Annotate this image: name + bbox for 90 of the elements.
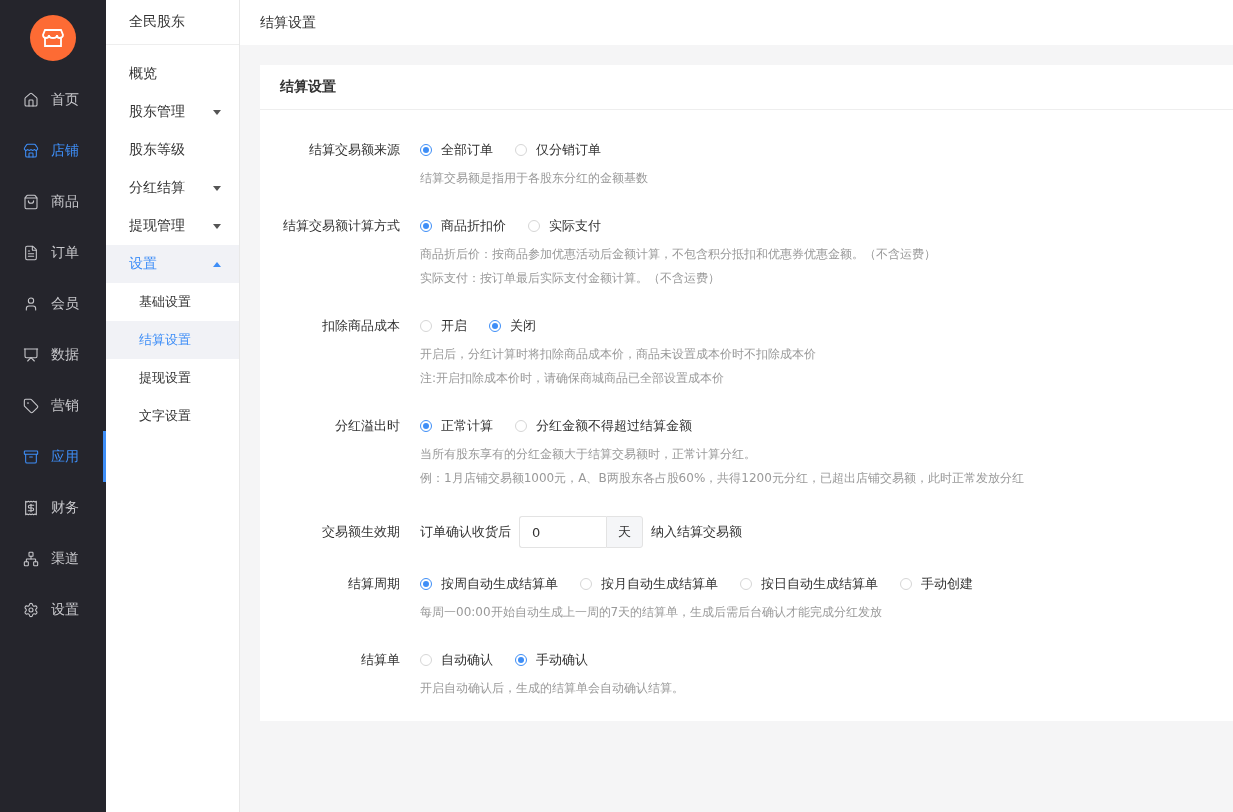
radio-button[interactable]: [489, 320, 501, 332]
radio-button[interactable]: [420, 420, 432, 432]
option-label: 商品折扣价: [441, 217, 506, 235]
hint-text: 注:开启扣除成本价时，请确保商城商品已全部设置成本价: [420, 370, 726, 387]
radio-button[interactable]: [420, 578, 432, 590]
days-input[interactable]: 0: [519, 516, 606, 548]
radio-option[interactable]: 正常计算: [420, 417, 493, 435]
sidebar-item[interactable]: 提现管理: [106, 207, 239, 245]
radio-button[interactable]: [515, 654, 527, 666]
option-label: 按月自动生成结算单: [601, 575, 718, 593]
form-label: 结算周期: [347, 575, 400, 593]
nav-item[interactable]: 财务: [0, 482, 106, 533]
logo-icon: [30, 15, 76, 61]
sidebar-title: 全民股东: [106, 0, 239, 45]
nav-item[interactable]: 商品: [0, 176, 106, 227]
radio-option[interactable]: 全部订单: [420, 141, 493, 159]
hint-text: 开启后，分红计算时将扣除商品成本价，商品未设置成本价时不扣除成本价: [420, 346, 816, 363]
option-label: 手动确认: [536, 651, 588, 669]
option-label: 自动确认: [441, 651, 493, 669]
page-header: 结算设置: [240, 0, 1233, 45]
sidebar-item[interactable]: 文字设置: [106, 397, 239, 435]
form-label: 扣除商品成本: [321, 317, 400, 335]
caret-icon: [213, 261, 221, 267]
hint-text: 当所有股东享有的分红金额大于结算交易额时，正常计算分红。: [420, 446, 757, 463]
nav-item[interactable]: 订单: [0, 227, 106, 278]
nav-item[interactable]: 店铺: [0, 125, 106, 176]
option-label: 手动创建: [921, 575, 973, 593]
tag-icon: [23, 397, 39, 414]
radio-button[interactable]: [420, 220, 432, 232]
box-icon: [23, 448, 39, 465]
sidebar-item[interactable]: 股东管理: [106, 93, 239, 131]
option-label: 正常计算: [441, 417, 493, 435]
caret-icon: [213, 223, 221, 229]
chart-icon: [23, 346, 39, 363]
hint-text: 例：1月店铺交易额1000元，A、B两股东各占股60%，共得1200元分红，已超出店铺交易额，此时正常发放分红: [420, 470, 1024, 487]
nav-item[interactable]: 会员: [0, 278, 106, 329]
network-icon: [23, 550, 39, 567]
bag-icon: [23, 193, 39, 210]
card-title: 结算设置: [260, 65, 1233, 110]
form-label: 结算交易额计算方式: [282, 217, 400, 235]
suffix-text: 纳入结算交易额: [651, 523, 742, 541]
store-icon: [23, 142, 39, 159]
nav-item[interactable]: 应用: [0, 431, 106, 482]
radio-option[interactable]: 商品折扣价: [420, 217, 506, 235]
radio-option[interactable]: 手动创建: [900, 575, 973, 593]
radio-button[interactable]: [420, 144, 432, 156]
prefix-text: 订单确认收货后: [420, 523, 511, 541]
sidebar-item[interactable]: 分红结算: [106, 169, 239, 207]
nav-item[interactable]: 渠道: [0, 533, 106, 584]
radio-option[interactable]: 手动确认: [515, 651, 588, 669]
nav-item[interactable]: 首页: [0, 74, 106, 125]
option-label: 仅分销订单: [536, 141, 601, 159]
form-label: 分红溢出时: [334, 417, 400, 435]
option-label: 按日自动生成结算单: [761, 575, 878, 593]
option-label: 全部订单: [441, 141, 493, 159]
home-icon: [23, 91, 39, 108]
hint-text: 每周一00:00开始自动生成上一周的7天的结算单，生成后需后台确认才能完成分红发放: [420, 604, 884, 621]
option-label: 实际支付: [549, 217, 601, 235]
option-label: 按周自动生成结算单: [441, 575, 558, 593]
form-label: 结算单: [360, 651, 400, 669]
radio-option[interactable]: 仅分销订单: [515, 141, 601, 159]
option-label: 关闭: [510, 317, 536, 335]
form-label: 结算交易额来源: [308, 141, 400, 159]
sidebar-item[interactable]: 基础设置: [106, 283, 239, 321]
nav-item[interactable]: 设置: [0, 584, 106, 635]
hint-text: 开启自动确认后，生成的结算单会自动确认结算。: [420, 680, 684, 697]
settings-icon: [23, 601, 39, 618]
caret-icon: [213, 185, 221, 191]
radio-option[interactable]: 按周自动生成结算单: [420, 575, 558, 593]
form-label: 交易额生效期: [321, 523, 400, 541]
user-icon: [23, 295, 39, 312]
hint-text: 实际支付：按订单最后实际支付金额计算。（不含运费）: [420, 270, 721, 287]
unit-addon: 天: [606, 516, 643, 548]
radio-option[interactable]: 按月自动生成结算单: [580, 575, 718, 593]
option-label: 开启: [441, 317, 467, 335]
nav-item[interactable]: 营销: [0, 380, 106, 431]
receipt-icon: [23, 499, 39, 516]
radio-option[interactable]: 按日自动生成结算单: [740, 575, 878, 593]
sidebar-item[interactable]: 股东等级: [106, 131, 239, 169]
radio-option[interactable]: 自动确认: [420, 651, 493, 669]
radio-option[interactable]: 实际支付: [528, 217, 601, 235]
radio-option[interactable]: 关闭: [489, 317, 536, 335]
caret-icon: [213, 109, 221, 115]
hint-text: 商品折后价：按商品参加优惠活动后金额计算，不包含积分抵扣和优惠券优惠金额。（不含运费）: [420, 246, 936, 263]
sidebar-item[interactable]: 概览: [106, 55, 239, 93]
sidebar-item[interactable]: 提现设置: [106, 359, 239, 397]
radio-option[interactable]: 开启: [420, 317, 467, 335]
hint-text: 结算交易额是指用于各股东分红的金额基数: [420, 170, 648, 187]
nav-item[interactable]: 数据: [0, 329, 106, 380]
document-icon: [23, 244, 39, 261]
